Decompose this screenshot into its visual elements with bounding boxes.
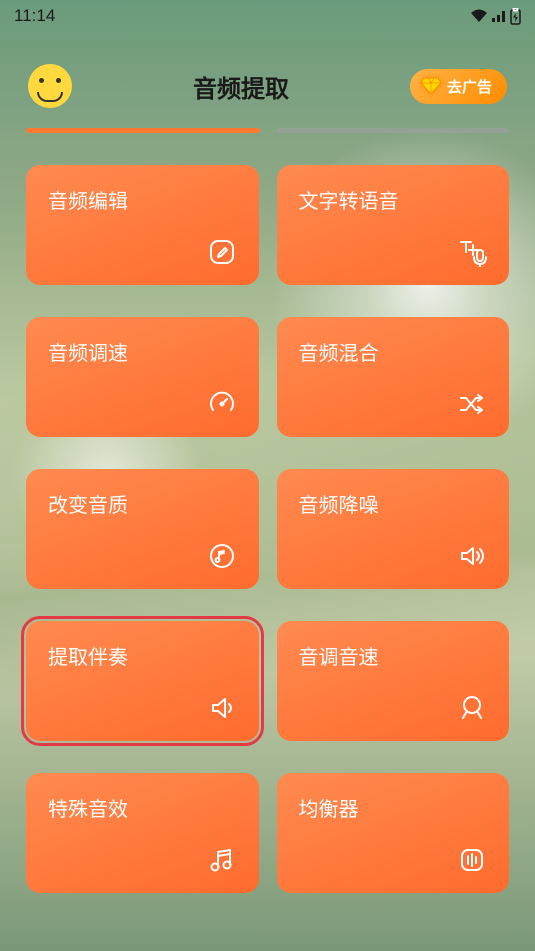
card-label: 音频混合 <box>299 337 488 366</box>
quality-icon <box>207 541 237 571</box>
card-label: 音频降噪 <box>299 489 488 518</box>
equalizer-icon <box>457 845 487 875</box>
music-note-icon <box>207 845 237 875</box>
battery-icon <box>510 8 521 25</box>
card-label: 特殊音效 <box>48 793 237 822</box>
indicator-1[interactable] <box>26 128 260 133</box>
card-label: 音频调速 <box>48 337 237 366</box>
change-quality-card[interactable]: 改变音质 <box>26 469 259 589</box>
indicator-2[interactable] <box>276 128 510 133</box>
feature-grid: 音频编辑 文字转语音 音频调速 音频混合 改变音质 音频降噪 提 <box>0 165 535 893</box>
pitch-speed-card[interactable]: 音调音速 <box>277 621 510 741</box>
text-to-speech-icon <box>457 237 487 267</box>
text-to-speech-card[interactable]: 文字转语音 <box>277 165 510 285</box>
card-label: 均衡器 <box>299 793 488 822</box>
audio-speed-card[interactable]: 音频调速 <box>26 317 259 437</box>
extract-accompaniment-card[interactable]: 提取伴奏 <box>26 621 259 741</box>
pitch-icon <box>457 693 487 723</box>
speed-icon <box>207 389 237 419</box>
header: 音频提取 去广告 <box>0 32 535 128</box>
equalizer-card[interactable]: 均衡器 <box>277 773 510 893</box>
remove-ads-button[interactable]: 去广告 <box>410 69 507 104</box>
special-effects-card[interactable]: 特殊音效 <box>26 773 259 893</box>
audio-edit-card[interactable]: 音频编辑 <box>26 165 259 285</box>
noise-reduce-icon <box>457 541 487 571</box>
speaker-icon <box>207 693 237 723</box>
status-time: 11:14 <box>14 6 55 26</box>
avatar-icon[interactable] <box>28 64 72 108</box>
page-title: 音频提取 <box>193 69 289 104</box>
card-label: 音调音速 <box>299 641 488 670</box>
ad-badge-label: 去广告 <box>447 76 492 97</box>
wifi-icon <box>470 9 488 23</box>
card-label: 音频编辑 <box>48 185 237 214</box>
vip-diamond-icon <box>420 77 442 95</box>
status-bar: 11:14 <box>0 0 535 32</box>
shuffle-icon <box>457 389 487 419</box>
card-label: 文字转语音 <box>299 185 488 214</box>
signal-icon <box>491 9 507 23</box>
status-icons <box>470 8 521 25</box>
card-label: 提取伴奏 <box>48 641 237 670</box>
audio-mix-card[interactable]: 音频混合 <box>277 317 510 437</box>
card-label: 改变音质 <box>48 489 237 518</box>
tab-indicators <box>0 128 535 133</box>
noise-reduction-card[interactable]: 音频降噪 <box>277 469 510 589</box>
edit-icon <box>207 237 237 267</box>
